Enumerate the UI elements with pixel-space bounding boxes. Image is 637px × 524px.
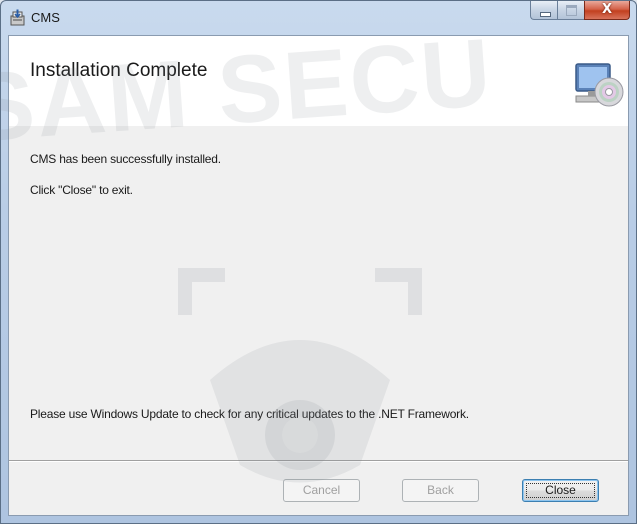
close-window-button[interactable]: X [584, 1, 630, 20]
computer-with-disc-icon [575, 63, 624, 107]
button-area-divider [9, 460, 628, 462]
back-button[interactable]: Back [402, 479, 479, 502]
minimize-button[interactable] [530, 1, 557, 20]
installer-window: CMS X Installation Complete CMS has been… [0, 0, 637, 524]
installed-message: CMS has been successfully installed. [30, 152, 221, 166]
window-title: CMS [31, 10, 60, 25]
maximize-button[interactable] [557, 1, 584, 20]
installer-app-icon [10, 9, 25, 26]
exit-instruction: Click "Close" to exit. [30, 183, 133, 197]
title-bar[interactable]: CMS X [1, 1, 636, 35]
cancel-button[interactable]: Cancel [283, 479, 360, 502]
close-button-label: Close [545, 483, 576, 497]
caption-buttons: X [530, 1, 630, 20]
banner-divider [9, 125, 628, 126]
close-button[interactable]: Close [522, 479, 599, 502]
update-notice: Please use Windows Update to check for a… [30, 407, 469, 421]
back-button-label: Back [427, 483, 454, 497]
cancel-button-label: Cancel [302, 483, 341, 497]
page-title: Installation Complete [30, 60, 208, 81]
header-banner: Installation Complete [9, 36, 628, 126]
close-icon: X [601, 2, 613, 17]
dialog-client-area: Installation Complete CMS has been succe… [8, 35, 629, 516]
